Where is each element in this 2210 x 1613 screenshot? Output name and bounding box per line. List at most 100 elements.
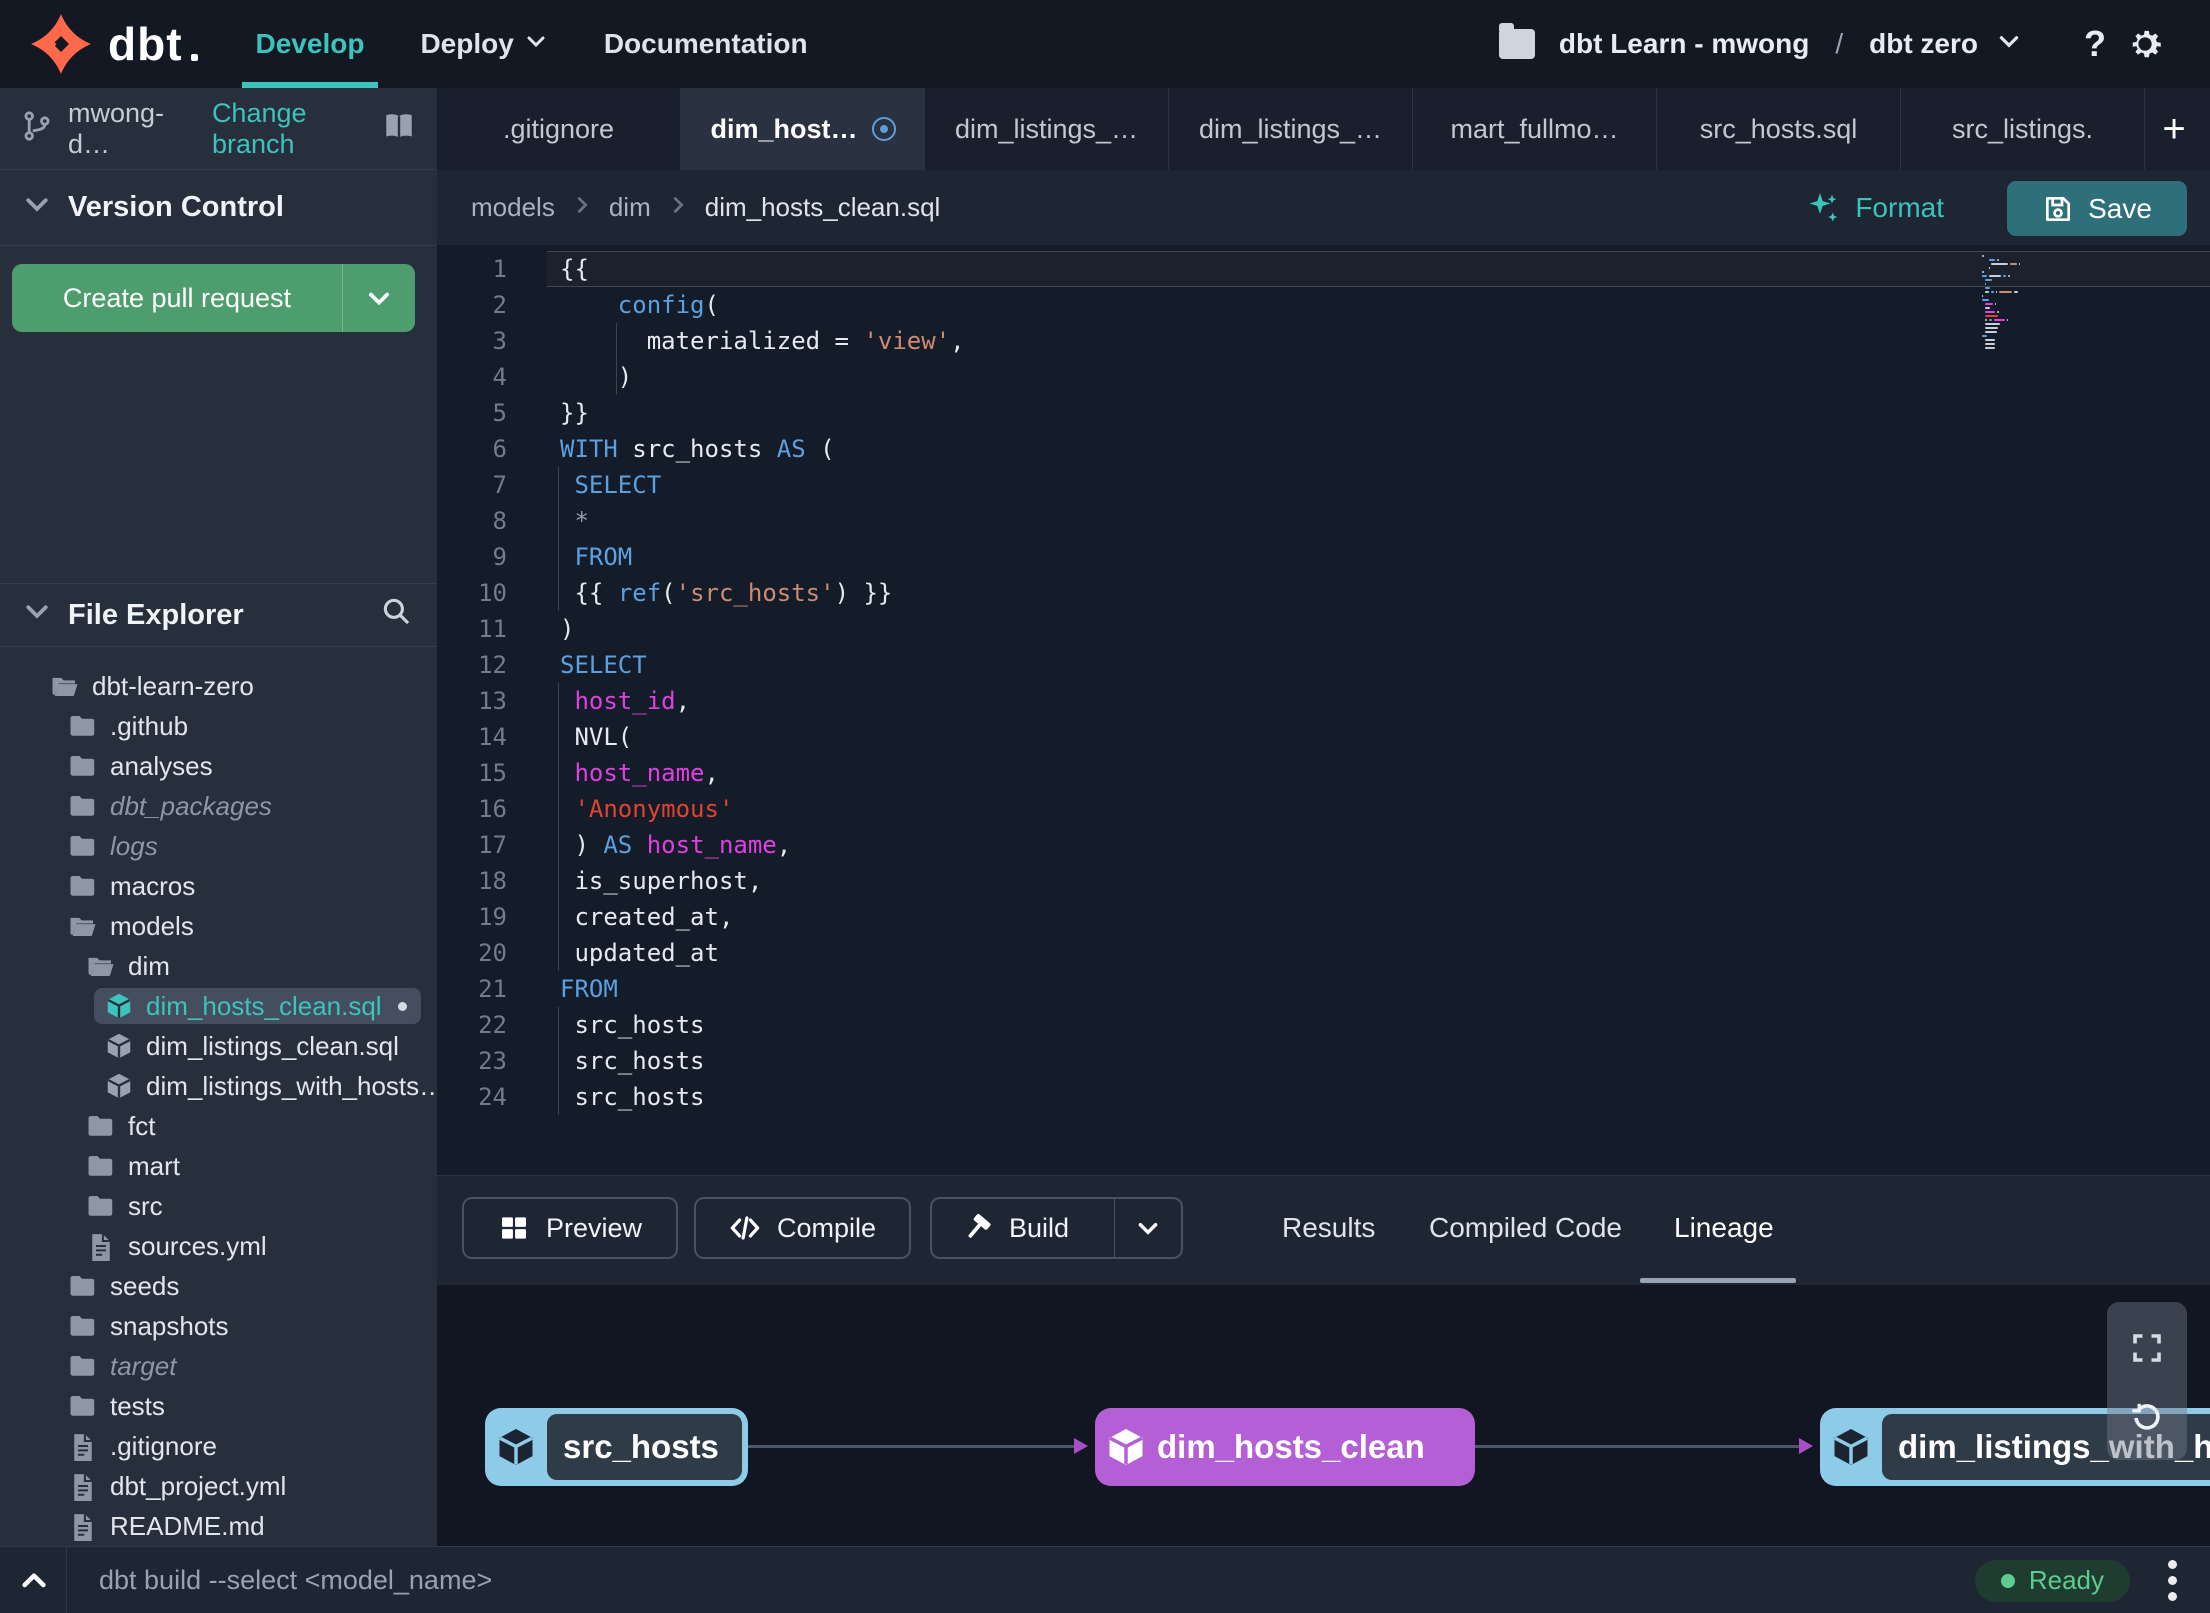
editor-tab-4[interactable]: mart_fullmo… (1413, 88, 1657, 170)
build-button[interactable]: Build (930, 1197, 1183, 1259)
build-dropdown[interactable] (1114, 1199, 1181, 1257)
line-number[interactable]: 7 (437, 467, 507, 503)
tree-item-snapshots[interactable]: snapshots (0, 1306, 437, 1346)
change-branch-link[interactable]: Change branch (212, 98, 367, 160)
tree-item-mart[interactable]: mart (0, 1146, 437, 1186)
tree-item-dim-hosts-clean-sql[interactable]: dim_hosts_clean.sql (0, 986, 437, 1026)
lineage-node-src_hosts[interactable]: src_hosts (485, 1408, 748, 1486)
docs-book-icon[interactable] (381, 108, 417, 149)
code-line-8[interactable]: * (547, 503, 2210, 539)
tree-item-dim[interactable]: dim (0, 946, 437, 986)
line-number[interactable]: 5 (437, 395, 507, 431)
command-input[interactable]: dbt build --select <model_name> (99, 1565, 1975, 1596)
search-icon[interactable] (379, 594, 413, 636)
code-line-16[interactable]: 'Anonymous' (547, 791, 2210, 827)
code-line-20[interactable]: updated_at (547, 935, 2210, 971)
tree-item-dbt-learn-zero[interactable]: dbt-learn-zero (0, 666, 437, 706)
tree-item-dim-listings-with-hosts-[interactable]: dim_listings_with_hosts… (0, 1066, 437, 1106)
chevron-up-icon[interactable] (18, 1565, 50, 1597)
tab-results[interactable]: Results (1282, 1200, 1375, 1256)
tree-item-fct[interactable]: fct (0, 1106, 437, 1146)
code-line-4[interactable]: ) (547, 359, 2210, 395)
tree-item-readme-md[interactable]: README.md (0, 1506, 437, 1546)
save-button[interactable]: Save (2007, 181, 2187, 236)
line-number[interactable]: 12 (437, 647, 507, 683)
tab-compiled-code[interactable]: Compiled Code (1429, 1200, 1622, 1256)
line-number[interactable]: 17 (437, 827, 507, 863)
line-number[interactable]: 8 (437, 503, 507, 539)
editor-tab-6[interactable]: src_listings. (1901, 88, 2145, 170)
tree-item-dbt-project-yml[interactable]: dbt_project.yml (0, 1466, 437, 1506)
tree-item-logs[interactable]: logs (0, 826, 437, 866)
chevron-down-icon[interactable] (1996, 28, 2022, 61)
code-line-14[interactable]: NVL( (547, 719, 2210, 755)
fullscreen-icon[interactable] (2129, 1330, 2165, 1366)
line-number[interactable]: 10 (437, 575, 507, 611)
line-number[interactable]: 3 (437, 323, 507, 359)
code-line-10[interactable]: {{ ref('src_hosts') }} (547, 575, 2210, 611)
line-number[interactable]: 2 (437, 287, 507, 323)
lineage-node-dim_hosts_clean[interactable]: dim_hosts_clean (1095, 1408, 1475, 1486)
line-number[interactable]: 19 (437, 899, 507, 935)
line-number[interactable]: 9 (437, 539, 507, 575)
format-button[interactable]: Format (1805, 190, 1944, 226)
kebab-menu-icon[interactable] (2152, 1560, 2192, 1601)
breadcrumb-models[interactable]: models (471, 192, 555, 223)
code-line-9[interactable]: FROM (547, 539, 2210, 575)
line-number[interactable]: 11 (437, 611, 507, 647)
editor-tab-3[interactable]: dim_listings_… (1169, 88, 1413, 170)
line-number[interactable]: 16 (437, 791, 507, 827)
code-line-11[interactable]: ) (547, 611, 2210, 647)
editor-tab-1[interactable]: dim_host… (681, 88, 925, 170)
code-line-17[interactable]: ) AS host_name, (547, 827, 2210, 863)
line-number[interactable]: 22 (437, 1007, 507, 1043)
tree-item-src[interactable]: src (0, 1186, 437, 1226)
file-explorer-header[interactable]: File Explorer (0, 583, 437, 647)
code-line-3[interactable]: materialized = 'view', (547, 323, 2210, 359)
nav-deploy[interactable]: Deploy (420, 0, 547, 88)
tree-item-analyses[interactable]: analyses (0, 746, 437, 786)
code-line-5[interactable]: }} (547, 395, 2210, 431)
tree-item-sources-yml[interactable]: sources.yml (0, 1226, 437, 1266)
tree-item-tests[interactable]: tests (0, 1386, 437, 1426)
code-line-24[interactable]: src_hosts (547, 1079, 2210, 1115)
tree-item-target[interactable]: target (0, 1346, 437, 1386)
pull-request-dropdown[interactable] (342, 264, 415, 332)
tree-item-models[interactable]: models (0, 906, 437, 946)
reset-view-icon[interactable] (2129, 1400, 2165, 1436)
lineage-graph[interactable]: src_hosts dim_hosts_clean dim_listings_wit… (437, 1285, 2210, 1546)
line-number[interactable]: 23 (437, 1043, 507, 1079)
code-line-6[interactable]: WITH src_hosts AS ( (547, 431, 2210, 467)
tree-item--github[interactable]: .github (0, 706, 437, 746)
line-number[interactable]: 20 (437, 935, 507, 971)
code-line-2[interactable]: config( (547, 287, 2210, 323)
line-number[interactable]: 4 (437, 359, 507, 395)
editor-tab-5[interactable]: src_hosts.sql (1657, 88, 1901, 170)
dbt-logo[interactable]: dbt (0, 0, 198, 88)
code-line-12[interactable]: SELECT (547, 647, 2210, 683)
tree-item-dbt-packages[interactable]: dbt_packages (0, 786, 437, 826)
editor-tab-0[interactable]: .gitignore (437, 88, 681, 170)
tab-lineage[interactable]: Lineage (1674, 1200, 1774, 1256)
tree-item--gitignore[interactable]: .gitignore (0, 1426, 437, 1466)
line-number[interactable]: 24 (437, 1079, 507, 1115)
line-number[interactable]: 14 (437, 719, 507, 755)
line-number[interactable]: 1 (437, 251, 507, 287)
code-line-15[interactable]: host_name, (547, 755, 2210, 791)
editor-tab-2[interactable]: dim_listings_… (925, 88, 1169, 170)
code-line-23[interactable]: src_hosts (547, 1043, 2210, 1079)
line-number[interactable]: 6 (437, 431, 507, 467)
line-number[interactable]: 15 (437, 755, 507, 791)
code-line-1[interactable]: {{ (547, 251, 2210, 287)
tree-item-macros[interactable]: macros (0, 866, 437, 906)
code-line-7[interactable]: SELECT (547, 467, 2210, 503)
code-line-13[interactable]: host_id, (547, 683, 2210, 719)
line-number[interactable]: 21 (437, 971, 507, 1007)
compile-button[interactable]: Compile (694, 1197, 911, 1259)
minimap[interactable] (1982, 255, 2040, 351)
nav-documentation[interactable]: Documentation (604, 0, 808, 88)
tree-item-dim-listings-clean-sql[interactable]: dim_listings_clean.sql (0, 1026, 437, 1066)
code-line-18[interactable]: is_superhost, (547, 863, 2210, 899)
help-button[interactable]: ? (2084, 23, 2106, 65)
nav-develop[interactable]: Develop (241, 0, 379, 88)
